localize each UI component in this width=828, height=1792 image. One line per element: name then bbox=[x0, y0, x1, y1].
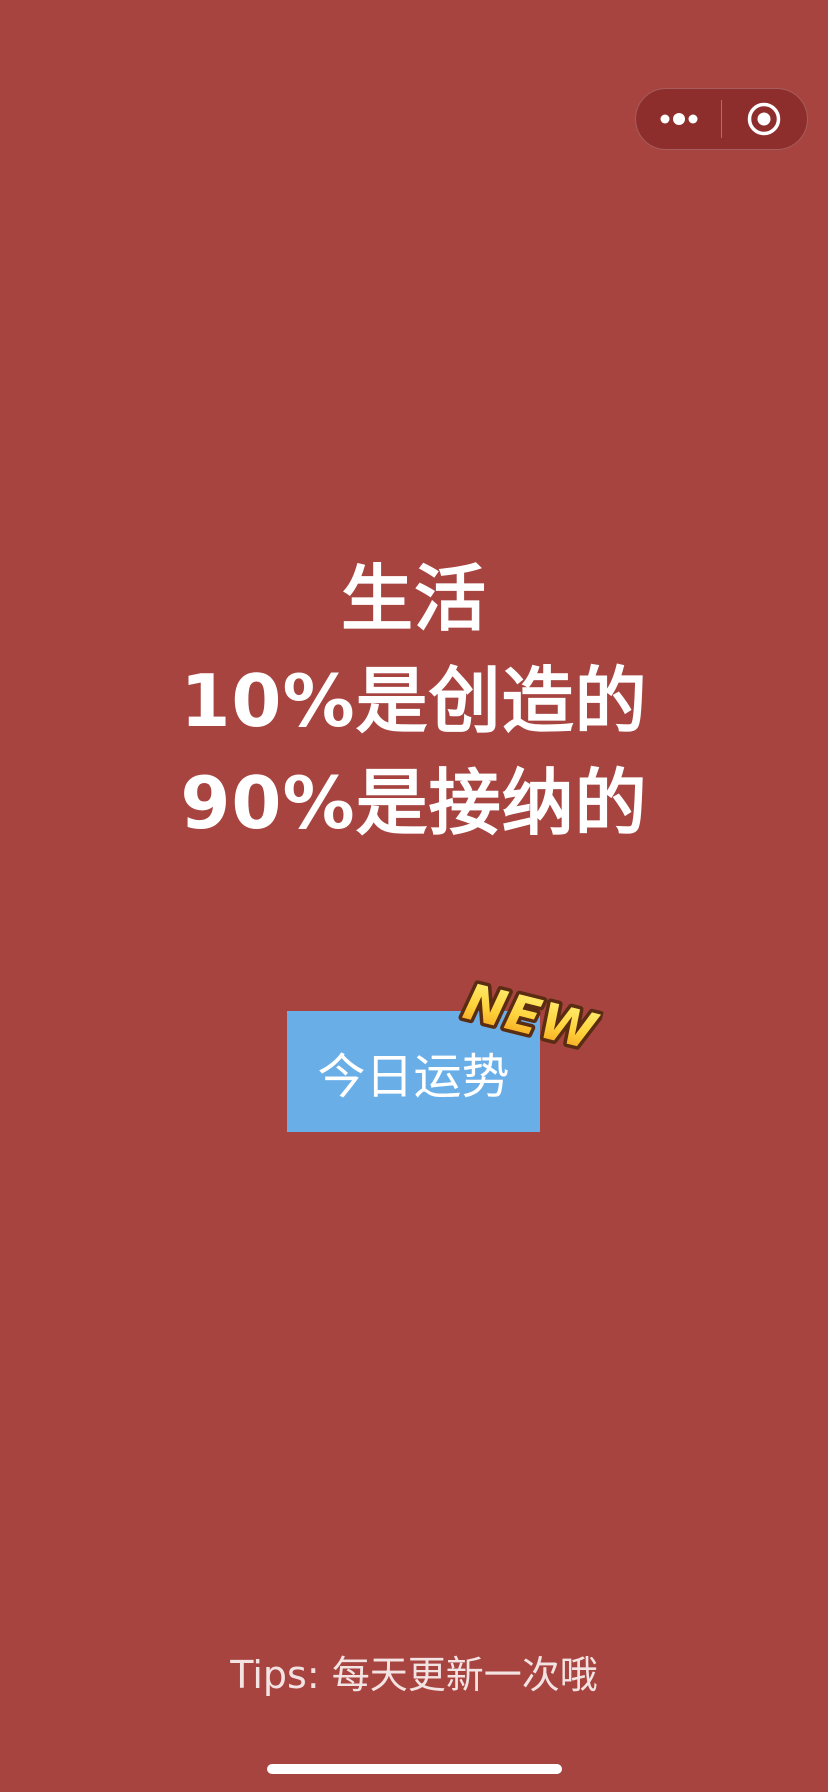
quote-line-1: 生活 bbox=[340, 557, 487, 641]
home-indicator bbox=[267, 1764, 562, 1774]
today-fortune-button[interactable]: 今日运势 bbox=[287, 1011, 540, 1132]
quote-line-3: 90%是接纳的 bbox=[180, 761, 648, 845]
quote: 生活 10%是创造的 90%是接纳的 bbox=[0, 548, 828, 854]
more-button[interactable] bbox=[636, 89, 721, 149]
target-circle-icon bbox=[748, 102, 781, 136]
quote-line-2: 10%是创造的 bbox=[180, 659, 648, 743]
more-dots-icon bbox=[660, 113, 697, 125]
tips-text: Tips: 每天更新一次哦 bbox=[230, 1653, 598, 1697]
today-fortune-label: 今日运势 bbox=[317, 1048, 510, 1105]
miniprogram-capsule bbox=[635, 88, 808, 150]
close-miniprogram-button[interactable] bbox=[722, 89, 807, 149]
